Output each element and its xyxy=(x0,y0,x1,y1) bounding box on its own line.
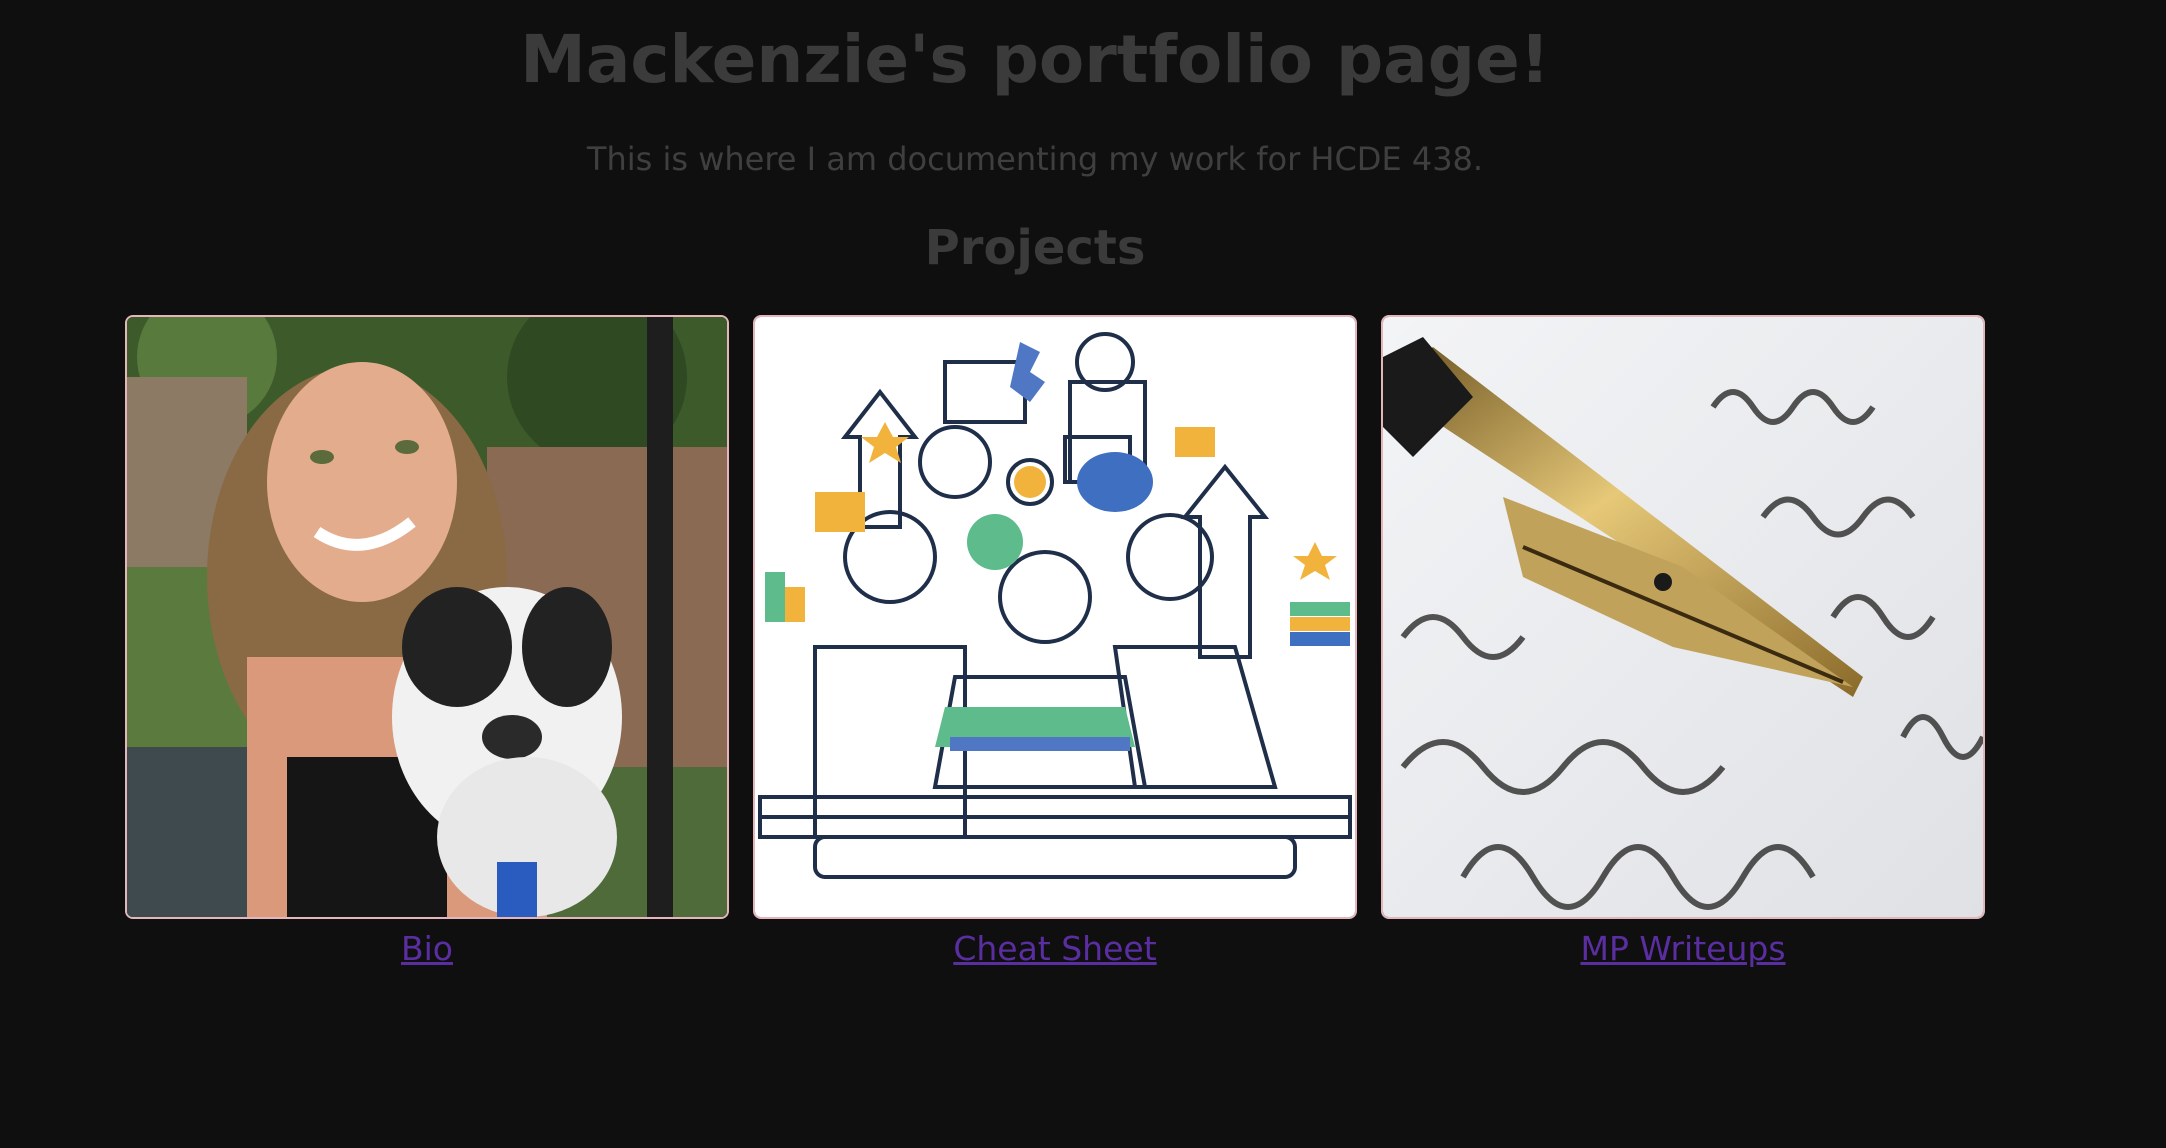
bio-link[interactable]: Bio xyxy=(401,927,453,971)
page-title: Mackenzie's portfolio page! xyxy=(520,21,1550,98)
project-card-bio: Bio xyxy=(125,315,729,971)
portrait-with-dog-photo xyxy=(127,317,727,917)
bio-image-link[interactable] xyxy=(125,315,729,919)
fountain-pen-on-handwriting-photo xyxy=(1383,317,1983,917)
projects-heading: Projects xyxy=(924,220,1146,276)
team-collaboration-line-illustration xyxy=(755,317,1355,917)
project-card-cheat-sheet: Cheat Sheet xyxy=(753,315,1357,971)
mp-writeups-image-link[interactable] xyxy=(1381,315,1985,919)
cheat-sheet-image-link[interactable] xyxy=(753,315,1357,919)
project-card-mp-writeups: MP Writeups xyxy=(1381,315,1985,971)
cheat-sheet-link[interactable]: Cheat Sheet xyxy=(953,927,1156,971)
mp-writeups-link[interactable]: MP Writeups xyxy=(1580,927,1785,971)
intro-text: This is where I am documenting my work f… xyxy=(586,140,1484,178)
